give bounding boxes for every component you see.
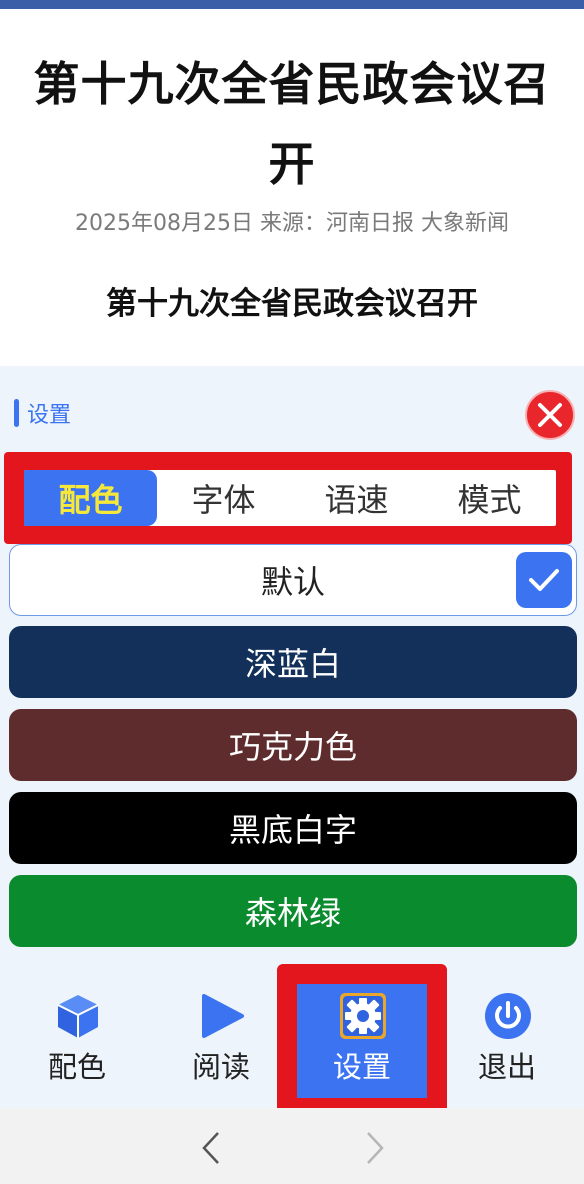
settings-header-label: 设置 — [27, 403, 72, 428]
tab-mode[interactable]: 模式 — [423, 470, 556, 526]
color-option-navy-white[interactable]: 深蓝白 — [9, 626, 577, 698]
close-button[interactable] — [525, 390, 575, 440]
chevron-right-icon[interactable] — [360, 1130, 388, 1166]
power-icon — [485, 993, 531, 1039]
cube-icon — [57, 995, 99, 1038]
chevron-left-icon[interactable] — [198, 1130, 226, 1166]
tabs-highlight-frame: 配色 字体 语速 模式 — [4, 452, 572, 544]
nav-read-label: 阅读 — [191, 1050, 250, 1084]
nav-exit[interactable]: 退出 — [434, 980, 580, 1108]
settings-tabs: 配色 字体 语速 模式 — [24, 470, 556, 526]
selected-checkbox[interactable] — [516, 552, 572, 608]
tab-font[interactable]: 字体 — [157, 470, 290, 526]
header-accent-bar — [14, 399, 19, 427]
nav-exit-label: 退出 — [477, 1050, 536, 1084]
nav-color-label: 配色 — [47, 1050, 106, 1084]
article-meta: 2025年08月25日 来源：河南日报 大象新闻 — [75, 211, 509, 236]
check-icon — [529, 569, 559, 591]
nav-settings[interactable]: 设置 — [289, 980, 435, 1108]
browser-nav-bar — [0, 1108, 584, 1184]
color-option-default[interactable]: 默认 — [9, 544, 577, 616]
nav-settings-label: 设置 — [332, 1050, 391, 1084]
nav-read[interactable]: 阅读 — [148, 980, 294, 1108]
color-option-black-white[interactable]: 黑底白字 — [9, 792, 577, 864]
article-title: 第十九次全省民政会议召开 — [33, 57, 551, 191]
top-accent-bar — [0, 0, 584, 9]
settings-header: 设置 — [14, 396, 71, 430]
play-icon — [202, 994, 244, 1038]
color-option-forest-green[interactable]: 森林绿 — [9, 875, 577, 947]
nav-color[interactable]: 配色 — [4, 980, 150, 1108]
tab-speed[interactable]: 语速 — [290, 470, 423, 526]
color-option-chocolate[interactable]: 巧克力色 — [9, 709, 577, 781]
close-icon — [538, 403, 562, 427]
tab-color[interactable]: 配色 — [24, 470, 157, 526]
article-subtitle: 第十九次全省民政会议召开 — [106, 286, 478, 322]
gear-icon — [340, 993, 386, 1039]
